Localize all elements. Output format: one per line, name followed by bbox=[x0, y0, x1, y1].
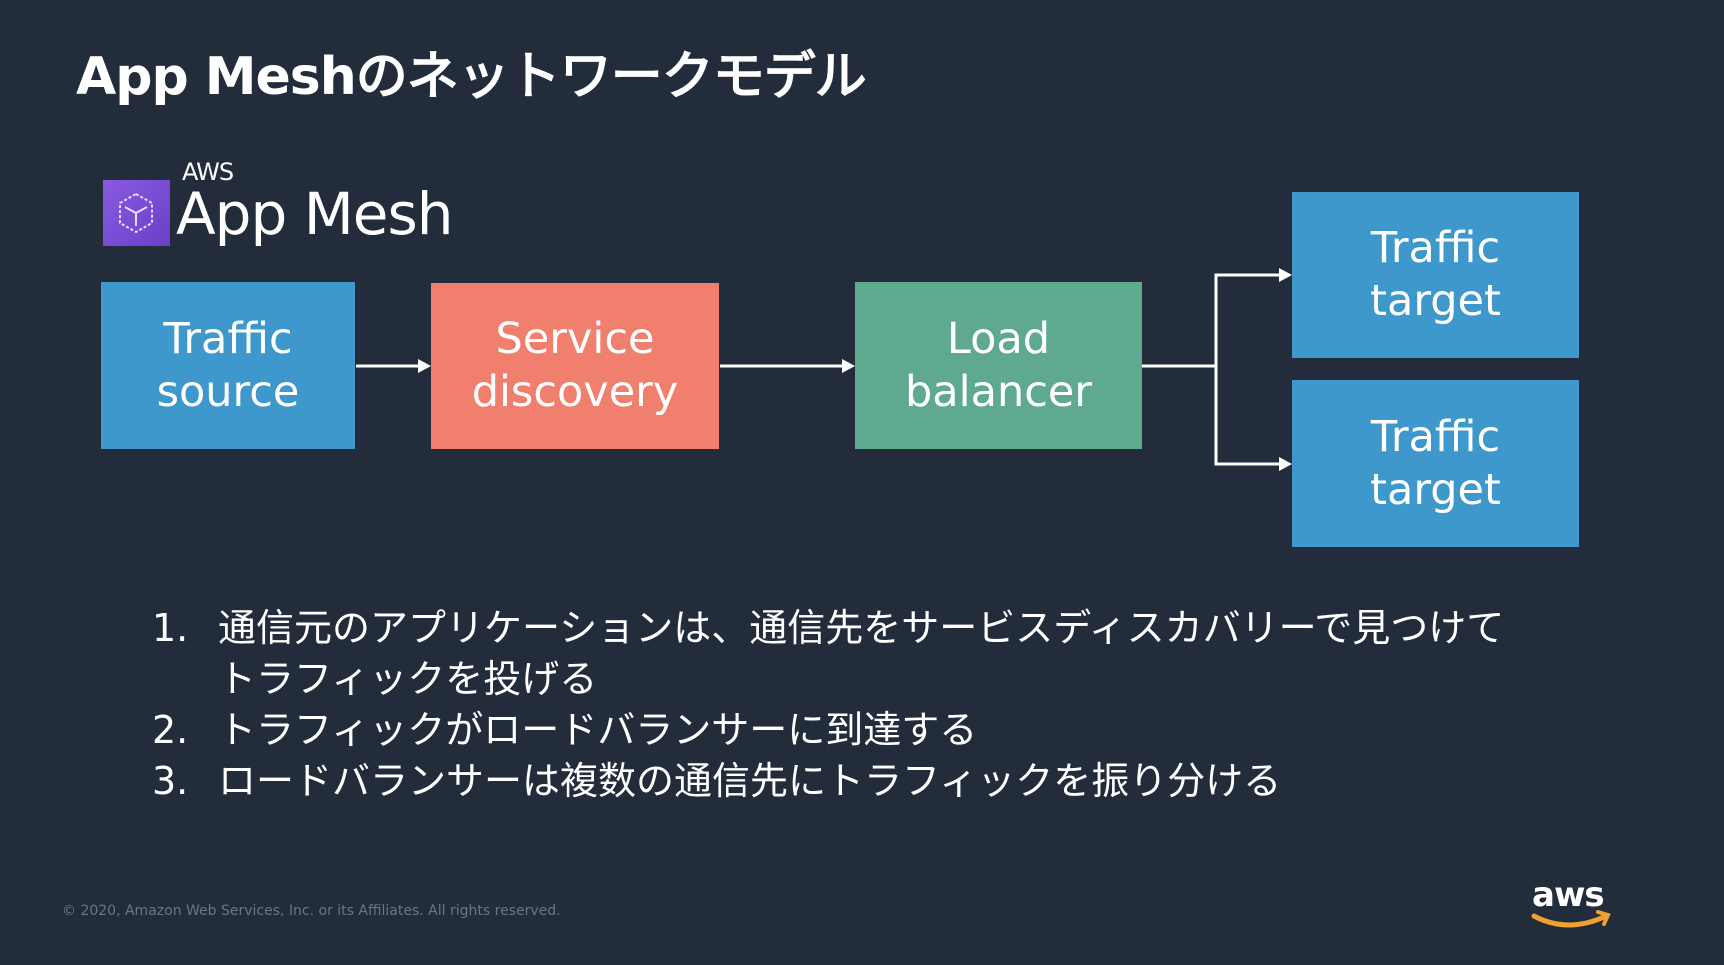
arrowhead bbox=[1279, 268, 1292, 282]
step-text: トラフィックがロードバランサーに到達する bbox=[218, 708, 978, 752]
copyright: © 2020, Amazon Web Services, Inc. or its… bbox=[62, 903, 561, 919]
arrowhead bbox=[1279, 457, 1292, 471]
step-text: ロードバランサーは複数の通信先にトラフィックを振り分ける bbox=[218, 759, 1282, 803]
step-number: 1. bbox=[152, 606, 189, 650]
arrowhead bbox=[418, 359, 431, 373]
step-number: 2. bbox=[152, 708, 189, 752]
list-item: 1. 通信元のアプリケーションは、通信先をサービスディスカバリーで見つけてトラフィ… bbox=[152, 603, 1538, 705]
list-item: 3. ロードバランサーは複数の通信先にトラフィックを振り分ける bbox=[152, 756, 1538, 807]
svg-text:aws: aws bbox=[1532, 875, 1604, 915]
steps-list: 1. 通信元のアプリケーションは、通信先をサービスディスカバリーで見つけてトラフィ… bbox=[152, 603, 1538, 807]
step-text: 通信元のアプリケーションは、通信先をサービスディスカバリーで見つけてトラフィック… bbox=[218, 606, 1505, 701]
list-item: 2. トラフィックがロードバランサーに到達する bbox=[152, 705, 1538, 756]
arrowhead bbox=[842, 359, 855, 373]
flow-arrows bbox=[356, 268, 1292, 471]
aws-logo: aws bbox=[1528, 872, 1618, 942]
arrow-branch bbox=[1214, 273, 1281, 466]
step-number: 3. bbox=[152, 759, 189, 803]
